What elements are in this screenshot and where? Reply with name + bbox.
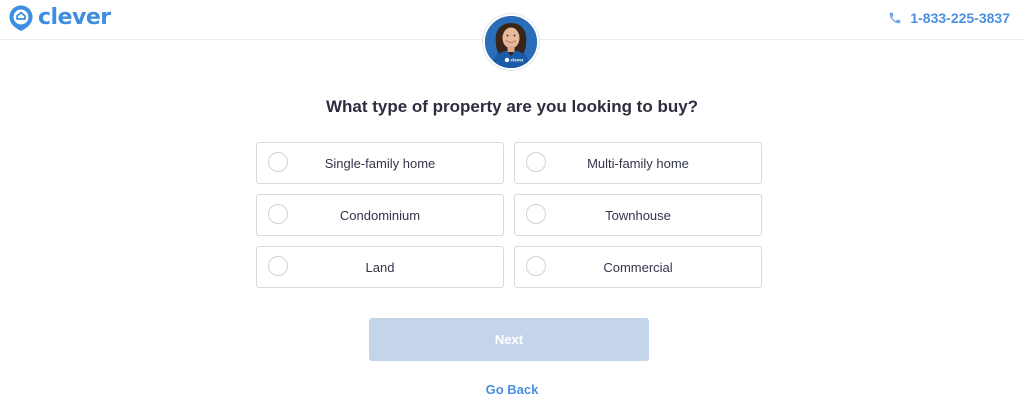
radio-button[interactable] <box>268 256 288 276</box>
radio-button[interactable] <box>268 152 288 172</box>
option-condominium[interactable]: Condominium <box>256 194 504 236</box>
agent-avatar: clever <box>483 14 539 70</box>
avatar-badge-text: clever <box>511 58 524 63</box>
radio-button[interactable] <box>268 204 288 224</box>
radio-button[interactable] <box>526 204 546 224</box>
clever-logo-icon <box>9 5 33 31</box>
go-back-link[interactable]: Go Back <box>0 382 1024 397</box>
option-label: Single-family home <box>324 155 436 171</box>
phone-icon <box>890 12 901 24</box>
phone-link[interactable]: 1-833-225-3837 <box>888 8 1010 28</box>
radio-button[interactable] <box>526 152 546 172</box>
option-townhouse[interactable]: Townhouse <box>514 194 762 236</box>
option-commercial[interactable]: Commercial <box>514 246 762 288</box>
option-label: Condominium <box>339 207 421 223</box>
next-button[interactable]: Next <box>369 318 649 361</box>
question-title: What type of property are you looking to… <box>325 97 699 116</box>
property-type-options: Single-family home Multi-family home Con… <box>256 142 762 288</box>
option-label: Commercial <box>603 259 673 275</box>
option-multi-family-home[interactable]: Multi-family home <box>514 142 762 184</box>
option-single-family-home[interactable]: Single-family home <box>256 142 504 184</box>
option-label: Townhouse <box>605 207 671 223</box>
brand-name: clever <box>38 5 111 30</box>
clever-logo[interactable]: clever <box>8 4 111 32</box>
agent-photo: clever <box>485 16 537 68</box>
radio-button[interactable] <box>526 256 546 276</box>
option-land[interactable]: Land <box>256 246 504 288</box>
phone-number: 1-833-225-3837 <box>910 10 1010 26</box>
option-label: Multi-family home <box>587 155 689 171</box>
option-label: Land <box>365 259 395 275</box>
